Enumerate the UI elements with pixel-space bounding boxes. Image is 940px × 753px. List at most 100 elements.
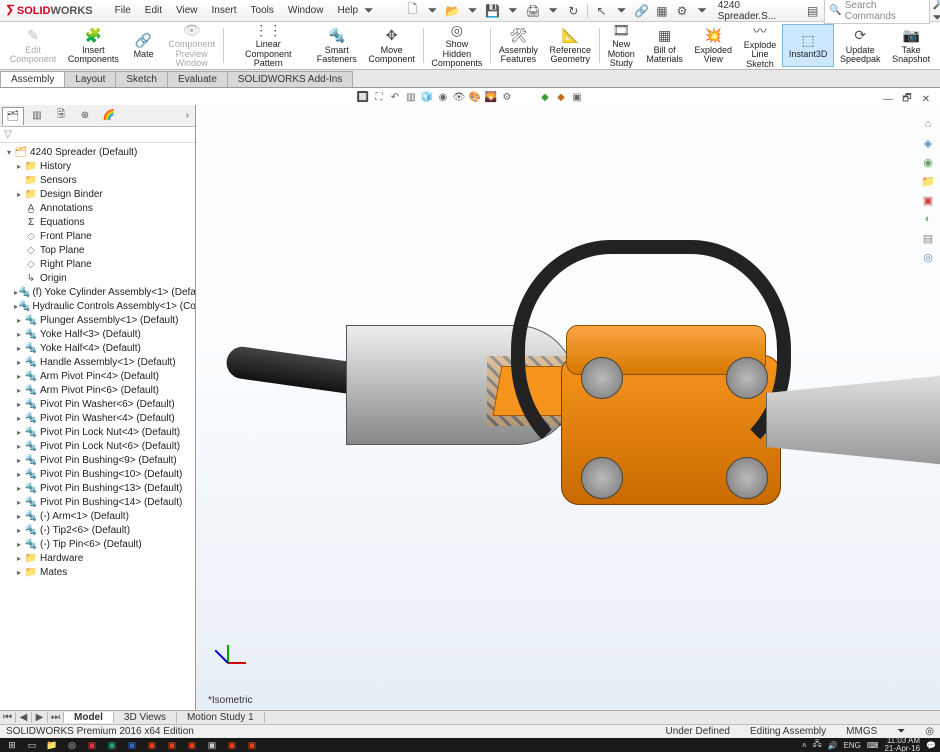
expand-icon[interactable]: ▸ xyxy=(14,344,24,353)
expand-icon[interactable]: ▸ xyxy=(14,386,24,395)
tree-item[interactable]: ▸🔩Pivot Pin Lock Nut<6> (Default) xyxy=(0,439,195,453)
orientation-triad[interactable] xyxy=(208,642,248,682)
expand-icon[interactable]: ▸ xyxy=(14,554,24,563)
chevron-down-icon[interactable]: ⏷ xyxy=(504,2,521,20)
display-style-icon[interactable]: ◉ xyxy=(436,90,450,104)
ribbon-mate[interactable]: 🔗Mate xyxy=(125,24,163,67)
ribbon-update[interactable]: ⟳Update Speedpak xyxy=(834,24,886,67)
view-orientation-icon[interactable]: 🧊 xyxy=(420,90,434,104)
file-explorer-taskbar-icon[interactable]: 📁 xyxy=(44,739,60,751)
expand-icon[interactable]: ▸ xyxy=(14,442,24,451)
tree-item[interactable]: ▸🔩Yoke Half<3> (Default) xyxy=(0,327,195,341)
tree-item[interactable]: ▸🔩Yoke Half<4> (Default) xyxy=(0,341,195,355)
doc-close-button[interactable]: ✕ xyxy=(918,92,934,106)
menu-insert[interactable]: Insert xyxy=(206,3,243,18)
select-icon[interactable]: ↖ xyxy=(593,2,610,20)
menu-file[interactable]: File xyxy=(109,3,137,18)
hide-show-icon[interactable]: 👁 xyxy=(452,90,466,104)
tab-evaluate[interactable]: Evaluate xyxy=(167,71,228,87)
tree-item[interactable]: ▸🔩(f) Yoke Cylinder Assembly<1> (Defaul xyxy=(0,285,195,299)
options-icon[interactable]: ▦ xyxy=(653,2,670,20)
task-view-icon[interactable]: ▭ xyxy=(24,739,40,751)
solidworks-taskbar-icon[interactable]: ▣ xyxy=(164,739,180,751)
menu-view[interactable]: View xyxy=(170,3,204,18)
previous-view-icon[interactable]: ↶ xyxy=(388,90,402,104)
zoom-fit-icon[interactable]: 🔲 xyxy=(356,90,370,104)
tree-item[interactable]: A̲Annotations xyxy=(0,201,195,215)
start-button[interactable]: ⊞ xyxy=(4,739,20,751)
menu-help[interactable]: Help xyxy=(331,3,364,18)
display-manager-tab[interactable]: 🌈 xyxy=(98,107,120,125)
tree-item[interactable]: ▸🔩Pivot Pin Bushing<10> (Default) xyxy=(0,467,195,481)
volume-icon[interactable]: 🔊 xyxy=(828,741,838,750)
tree-item[interactable]: ↳Origin xyxy=(0,271,195,285)
tree-item[interactable]: ▸🔩Arm Pivot Pin<4> (Default) xyxy=(0,369,195,383)
tab-next-icon[interactable]: ▶ xyxy=(32,712,48,723)
tree-item[interactable]: ▸📁Design Binder xyxy=(0,187,195,201)
expand-icon[interactable]: ▸ xyxy=(14,162,24,171)
save-icon[interactable]: 💾 xyxy=(484,2,501,20)
chevron-down-icon[interactable]: ⏷ xyxy=(613,2,630,20)
render-icon[interactable]: ▣ xyxy=(570,90,584,104)
ribbon-reference[interactable]: 📐Reference Geometry xyxy=(544,24,597,67)
render-region-icon[interactable]: ◆ xyxy=(554,90,568,104)
tab-solidworks-add-ins[interactable]: SOLIDWORKS Add-Ins xyxy=(227,71,353,87)
ribbon-insert[interactable]: 🧩Insert Components xyxy=(62,24,125,67)
tab-prev-icon[interactable]: ◀ xyxy=(16,712,32,723)
language-indicator[interactable]: ENG xyxy=(844,741,861,750)
sw-running-icon[interactable]: ▣ xyxy=(184,739,200,751)
expand-icon[interactable]: ▸ xyxy=(14,484,24,493)
tree-item[interactable]: ◇Right Plane xyxy=(0,257,195,271)
tree-item[interactable]: ▸🔩(-) Tip Pin<6> (Default) xyxy=(0,537,195,551)
view-settings-icon[interactable]: ⚙ xyxy=(500,90,514,104)
expand-icon[interactable]: ▸ xyxy=(14,316,24,325)
expand-icon[interactable]: ▸ xyxy=(14,190,24,199)
tree-item[interactable]: ▸🔩(-) Arm<1> (Default) xyxy=(0,509,195,523)
tab-sketch[interactable]: Sketch xyxy=(115,71,168,87)
menu-edit[interactable]: Edit xyxy=(139,3,168,18)
ribbon-bill-of[interactable]: ▦Bill of Materials xyxy=(641,24,689,67)
chevron-down-icon[interactable]: ⏷ xyxy=(694,2,711,20)
edit-appearance-icon[interactable]: 🎨 xyxy=(468,90,482,104)
section-view-icon[interactable]: ▥ xyxy=(404,90,418,104)
render-tools-icon[interactable]: ◆ xyxy=(538,90,552,104)
search-dropdown-icon[interactable]: 🔎⏷ xyxy=(933,2,940,20)
sw-visualize-icon[interactable]: ▣ xyxy=(244,739,260,751)
print-icon[interactable]: 🖨 xyxy=(525,2,542,20)
task-pane-icon[interactable]: ▤ xyxy=(804,2,821,20)
network-icon[interactable]: 🖧 xyxy=(813,738,822,752)
chevron-down-icon[interactable]: ⏷ xyxy=(464,2,481,20)
ribbon-smart[interactable]: 🔩Smart Fasteners xyxy=(311,24,363,67)
bottom-tab-3d-views[interactable]: 3D Views xyxy=(114,712,177,723)
forum-pane-icon[interactable]: ◎ xyxy=(920,249,936,265)
tree-item[interactable]: ◇Top Plane xyxy=(0,243,195,257)
feature-filter[interactable]: ▽ xyxy=(0,127,195,143)
tab-assembly[interactable]: Assembly xyxy=(0,71,65,87)
edrawings-taskbar-icon[interactable]: ▣ xyxy=(144,739,160,751)
resources-pane-icon[interactable]: ◈ xyxy=(920,135,936,151)
expand-icon[interactable]: ▸ xyxy=(14,330,24,339)
menu-window[interactable]: Window xyxy=(282,3,330,18)
ribbon-show[interactable]: ◎Show Hidden Components xyxy=(426,24,489,67)
unit-system-label[interactable]: MMGS xyxy=(846,726,877,737)
dimxpert-manager-tab[interactable]: ⊕ xyxy=(74,107,96,125)
tree-item[interactable]: ◇Front Plane xyxy=(0,229,195,243)
tree-item[interactable]: ▸🔩Arm Pivot Pin<6> (Default) xyxy=(0,383,195,397)
chevron-down-icon[interactable]: ⏷ xyxy=(424,2,441,20)
expand-icon[interactable]: ▸ xyxy=(14,498,24,507)
tab-first-icon[interactable]: ⏮ xyxy=(0,712,16,723)
keyboard-icon[interactable]: ⌨ xyxy=(867,741,879,750)
expand-icon[interactable]: ▸ xyxy=(14,456,24,465)
ribbon-exploded[interactable]: 💥Exploded View xyxy=(689,24,738,67)
ribbon-instant3d[interactable]: ⬚Instant3D xyxy=(782,24,834,67)
tree-item[interactable]: ▸📁History xyxy=(0,159,195,173)
expand-icon[interactable]: ▸ xyxy=(14,414,24,423)
expand-icon[interactable]: ▸ xyxy=(14,428,24,437)
feature-tree-tab[interactable]: 🗂 xyxy=(2,107,24,125)
doc-restore-button[interactable]: 🗗 xyxy=(899,92,915,106)
tree-item[interactable]: ▸🔩Pivot Pin Washer<6> (Default) xyxy=(0,397,195,411)
tree-item[interactable]: ▸🔩Pivot Pin Lock Nut<4> (Default) xyxy=(0,425,195,439)
ribbon-explode[interactable]: 〰Explode Line Sketch xyxy=(738,24,782,67)
tree-root-item[interactable]: ▾ 🗂 4240 Spreader (Default) xyxy=(0,145,195,159)
design-library-icon[interactable]: ◉ xyxy=(920,154,936,170)
